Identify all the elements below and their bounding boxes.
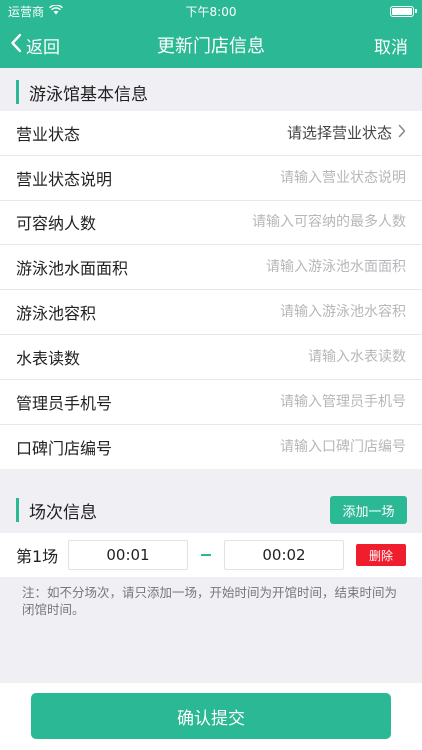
session-note: 注：如不分场次，请只添加一场，开始时间为开馆时间，结束时间为闭馆时间。 [22, 585, 398, 617]
back-button[interactable]: 返回 [10, 33, 60, 58]
session-end-time[interactable]: 00:02 [224, 540, 344, 570]
status-time: 下午8:00 [185, 4, 237, 19]
session-start-time[interactable]: 00:01 [68, 540, 188, 570]
koubei-store-id-label: 口碑门店编号 [16, 438, 113, 458]
delete-session-button[interactable]: 删除 [356, 544, 406, 566]
status-desc-input[interactable] [216, 169, 406, 186]
pool-volume-label: 游泳池容积 [16, 304, 97, 324]
time-range-dash [188, 554, 224, 556]
page-title: 更新门店信息 [157, 36, 265, 57]
pool-area-input[interactable] [216, 259, 406, 276]
business-status-label: 营业状态 [16, 124, 81, 144]
form-row-capacity: 可容纳人数 [0, 201, 422, 246]
basic-info-section-header: 游泳馆基本信息 [0, 70, 422, 114]
nav-bar: 返回 更新门店信息 取消 [0, 22, 422, 68]
basic-info-section-title: 游泳馆基本信息 [29, 84, 148, 105]
pool-area-label: 游泳池水面面积 [16, 259, 129, 279]
water-meter-label: 水表读数 [16, 348, 81, 368]
chevron-right-icon [398, 123, 406, 142]
admin-phone-label: 管理员手机号 [16, 393, 113, 413]
footer: 确认提交 [0, 683, 422, 750]
battery-icon [390, 6, 417, 17]
battery-fill [392, 8, 412, 15]
back-label: 返回 [26, 37, 60, 58]
form-row-pool-area: 游泳池水面面积 [0, 245, 422, 291]
form-row-status-desc: 营业状态说明 [0, 156, 422, 201]
session-label: 第1场 [16, 547, 59, 566]
form-row-koubei-store-id: 口碑门店编号 [0, 425, 422, 470]
status-desc-label: 营业状态说明 [16, 169, 113, 189]
session-row: 第1场 00:01 00:02 删除 [0, 533, 422, 577]
section-accent-bar [16, 80, 19, 104]
add-session-button[interactable]: 添加一场 [330, 496, 407, 524]
submit-button[interactable]: 确认提交 [31, 693, 391, 739]
pool-volume-input[interactable] [216, 304, 406, 321]
form-row-water-meter: 水表读数 [0, 335, 422, 380]
chevron-left-icon [10, 33, 22, 58]
business-status-value: 请选择营业状态 [286, 124, 392, 143]
business-status-row[interactable]: 营业状态 请选择营业状态 [0, 111, 422, 156]
status-bar: 运营商 下午8:00 [0, 0, 422, 22]
capacity-input[interactable] [206, 214, 406, 231]
koubei-store-id-input[interactable] [216, 438, 406, 455]
form-row-pool-volume: 游泳池容积 [0, 290, 422, 335]
water-meter-input[interactable] [216, 348, 406, 365]
header: 运营商 下午8:00 返回 更新门店信息 取消 [0, 0, 422, 68]
form-row-admin-phone: 管理员手机号 [0, 380, 422, 425]
cancel-button[interactable]: 取消 [374, 33, 408, 58]
basic-info-form: 营业状态 请选择营业状态 营业状态说明 可容纳人数 游泳池水面面积 游泳池容积 … [0, 111, 422, 470]
capacity-label: 可容纳人数 [16, 214, 97, 234]
admin-phone-input[interactable] [216, 393, 406, 410]
section-accent-bar [16, 498, 19, 522]
session-section-title: 场次信息 [29, 502, 97, 523]
business-status-select[interactable]: 请选择营业状态 [287, 122, 406, 143]
